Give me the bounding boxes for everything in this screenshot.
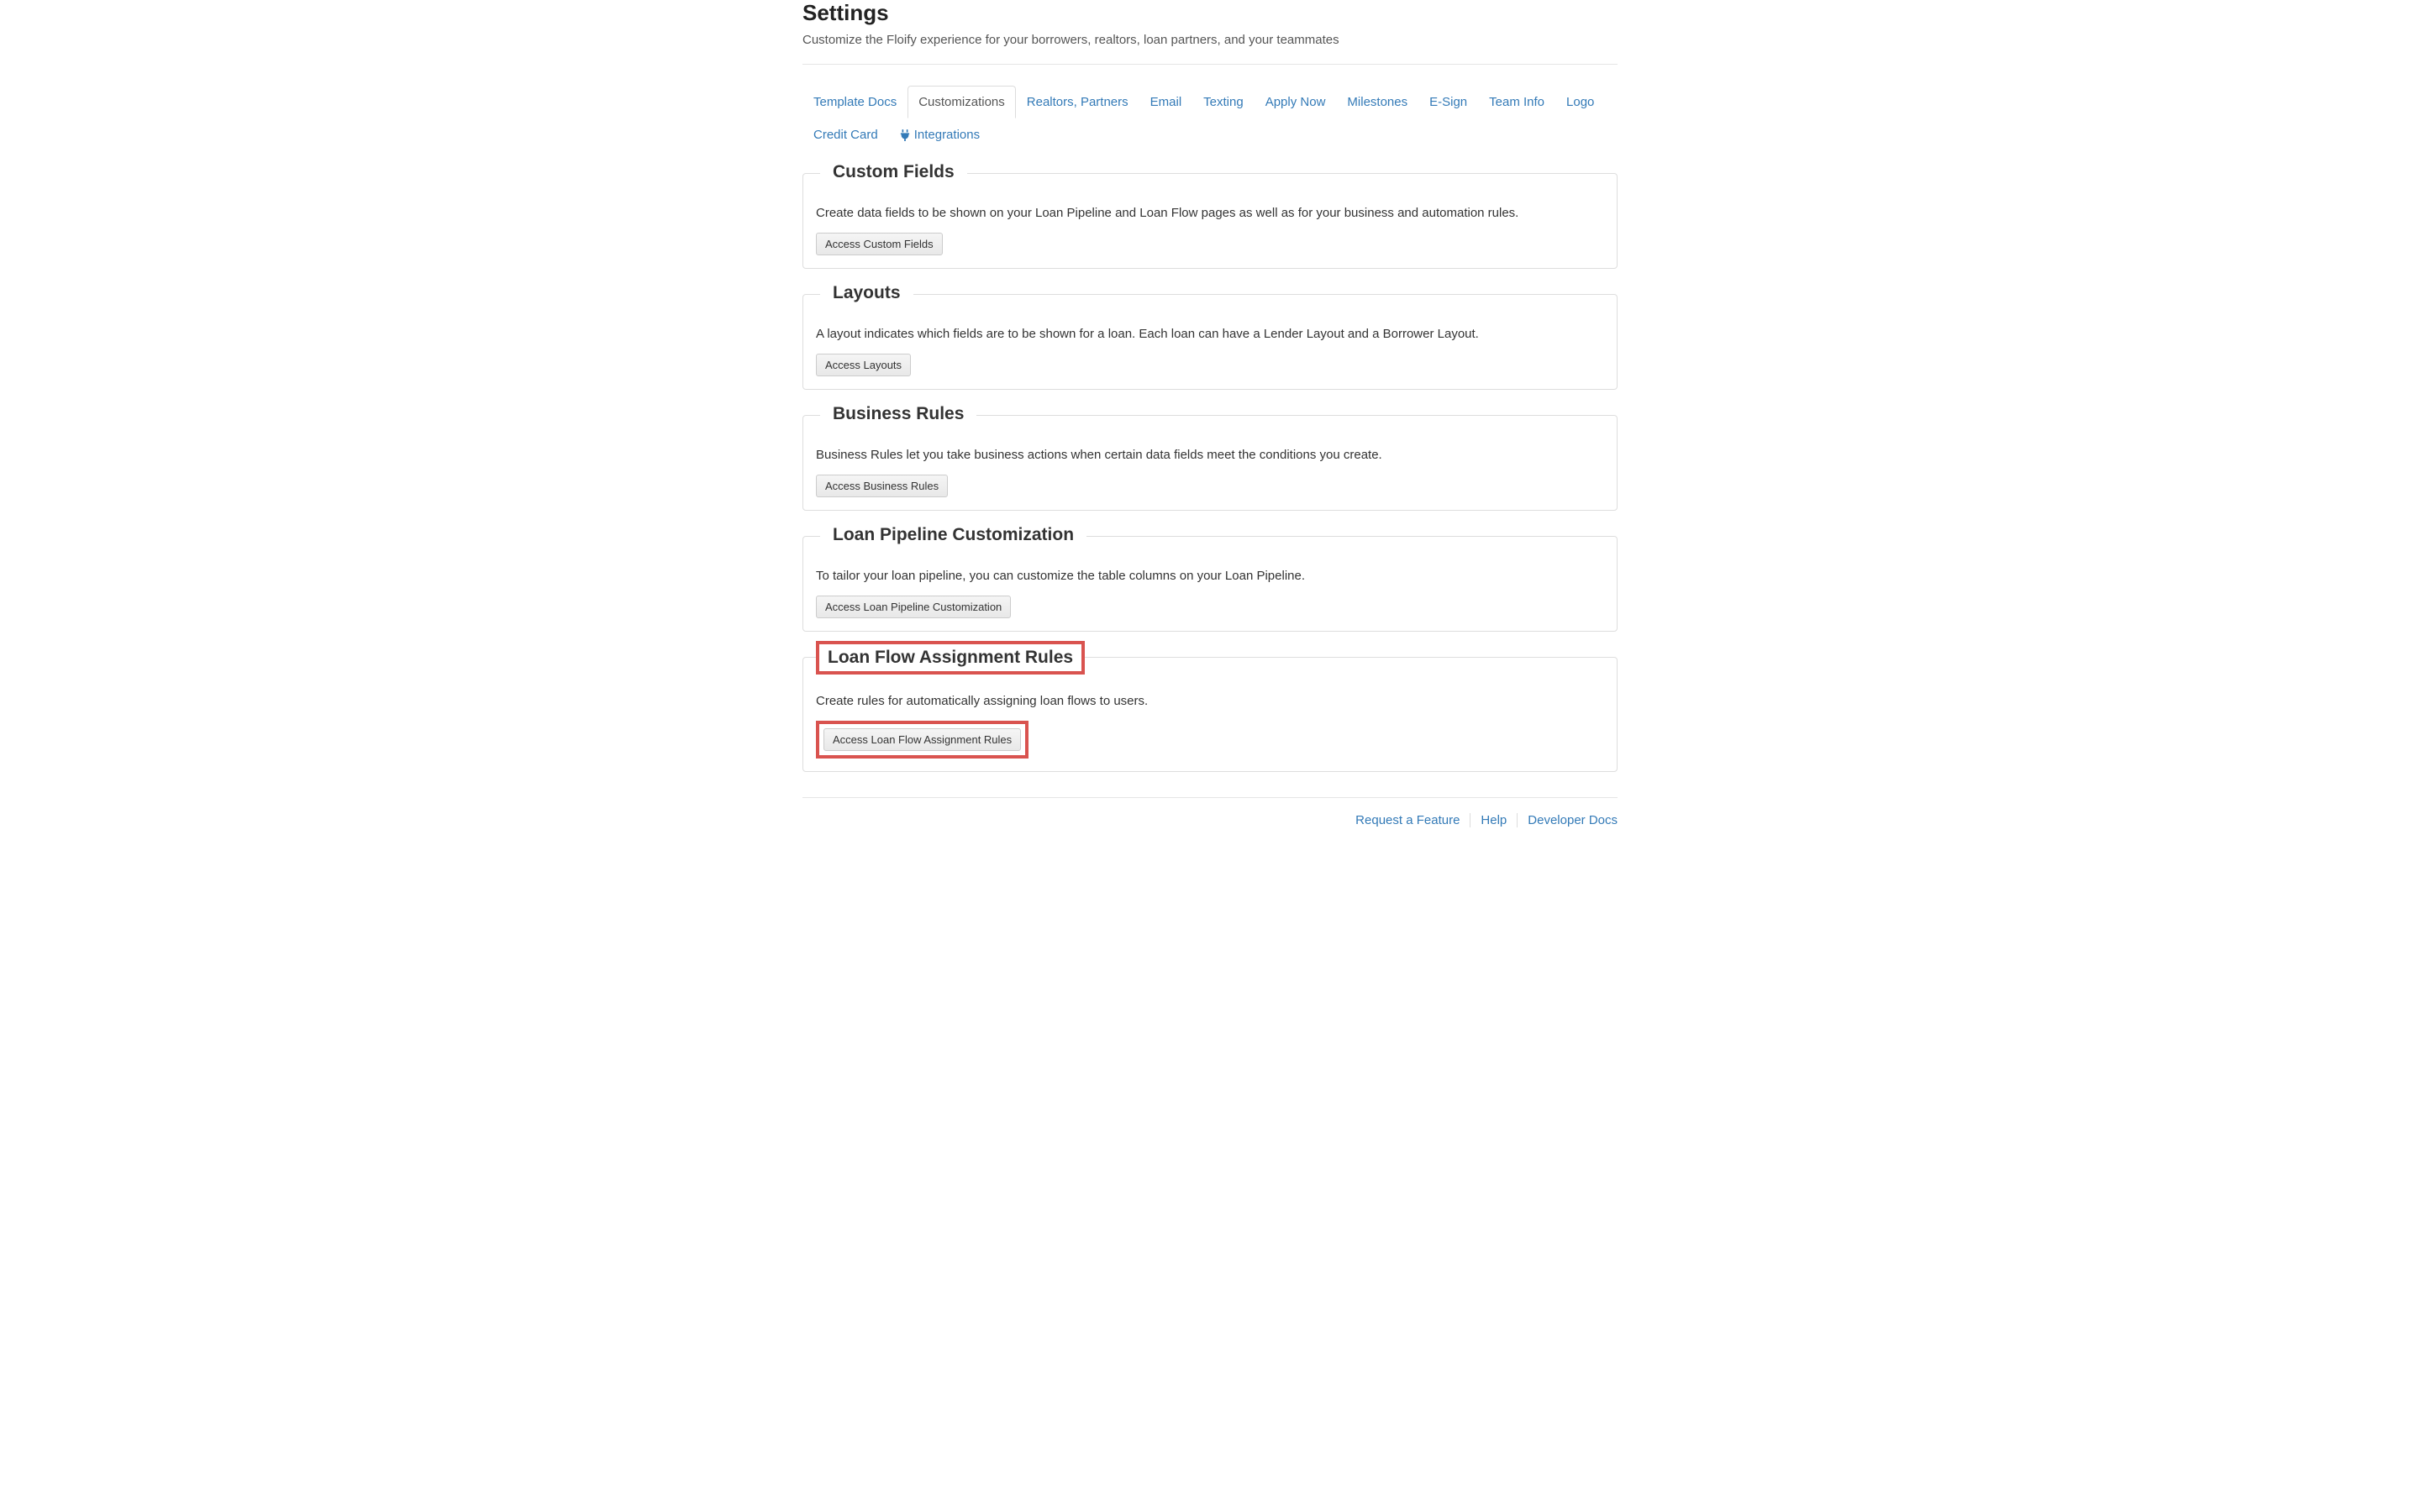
tab-texting[interactable]: Texting [1192, 86, 1255, 118]
panel-title-layouts: Layouts [820, 283, 913, 303]
help-link[interactable]: Help [1470, 813, 1518, 827]
tab-integrations[interactable]: Integrations [889, 118, 991, 151]
panel-desc-loan-flow: Create rules for automatically assigning… [816, 694, 1604, 708]
access-layouts-button[interactable]: Access Layouts [816, 354, 911, 376]
panel-desc-custom-fields: Create data fields to be shown on your L… [816, 206, 1604, 220]
tab-esign[interactable]: E-Sign [1418, 86, 1478, 118]
divider [802, 64, 1618, 65]
panel-title-business-rules: Business Rules [820, 404, 976, 424]
footer-divider [802, 797, 1618, 798]
tab-logo[interactable]: Logo [1555, 86, 1605, 118]
request-feature-link[interactable]: Request a Feature [1345, 813, 1470, 827]
tab-milestones[interactable]: Milestones [1336, 86, 1418, 118]
panel-desc-business-rules: Business Rules let you take business act… [816, 448, 1604, 462]
panel-title-custom-fields: Custom Fields [820, 162, 967, 182]
tab-integrations-label: Integrations [914, 128, 980, 142]
panel-title-loan-flow: Loan Flow Assignment Rules [816, 641, 1085, 675]
tab-template-docs[interactable]: Template Docs [802, 86, 908, 118]
tab-customizations[interactable]: Customizations [908, 86, 1016, 118]
tab-email[interactable]: Email [1139, 86, 1193, 118]
panel-desc-layouts: A layout indicates which fields are to b… [816, 327, 1604, 341]
tab-team-info[interactable]: Team Info [1478, 86, 1555, 118]
access-loan-flow-button[interactable]: Access Loan Flow Assignment Rules [823, 728, 1021, 751]
footer-links: Request a Feature Help Developer Docs [802, 813, 1618, 844]
tabs-bar: Template Docs Customizations Realtors, P… [802, 86, 1618, 152]
page-subtitle: Customize the Floify experience for your… [802, 33, 1618, 47]
panel-loan-pipeline: Loan Pipeline Customization To tailor yo… [802, 536, 1618, 632]
tab-apply-now[interactable]: Apply Now [1255, 86, 1337, 118]
page-title: Settings [802, 0, 1618, 26]
access-loan-pipeline-button[interactable]: Access Loan Pipeline Customization [816, 596, 1011, 618]
plug-icon [900, 129, 910, 141]
developer-docs-link[interactable]: Developer Docs [1518, 813, 1618, 827]
panel-loan-flow: Loan Flow Assignment Rules Create rules … [802, 657, 1618, 772]
panel-title-loan-pipeline: Loan Pipeline Customization [820, 525, 1086, 545]
panel-business-rules: Business Rules Business Rules let you ta… [802, 415, 1618, 511]
access-custom-fields-button[interactable]: Access Custom Fields [816, 233, 943, 255]
panel-desc-loan-pipeline: To tailor your loan pipeline, you can cu… [816, 569, 1604, 583]
panel-layouts: Layouts A layout indicates which fields … [802, 294, 1618, 390]
panel-custom-fields: Custom Fields Create data fields to be s… [802, 173, 1618, 269]
tab-realtors-partners[interactable]: Realtors, Partners [1016, 86, 1139, 118]
tab-credit-card[interactable]: Credit Card [802, 118, 889, 151]
access-business-rules-button[interactable]: Access Business Rules [816, 475, 948, 497]
